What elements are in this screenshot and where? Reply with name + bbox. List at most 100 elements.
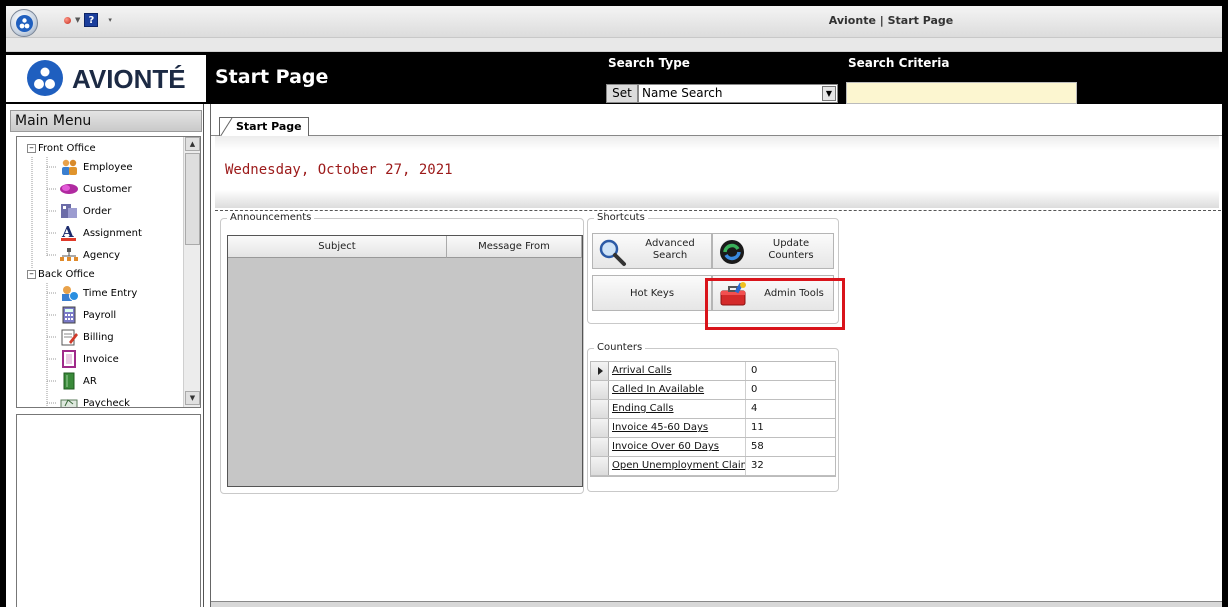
counter-link[interactable]: Called In Available <box>612 384 746 395</box>
scroll-down-icon[interactable]: ▼ <box>185 391 200 405</box>
table-row[interactable]: Arrival Calls 0 <box>591 362 835 381</box>
sidebar-lower-panel <box>16 414 201 607</box>
tree-group-label: Front Office <box>38 142 96 154</box>
window-title: Avionte | Start Page <box>828 14 954 27</box>
table-row[interactable]: Invoice Over 60 Days 58 <box>591 438 835 457</box>
sidebar-item-payroll[interactable]: Payroll <box>59 305 116 325</box>
assignment-icon: A <box>59 223 79 242</box>
tab-strip: Start Page <box>211 112 1222 138</box>
counter-value: 11 <box>751 422 764 433</box>
table-row[interactable]: Open Unemployment Claim 32 <box>591 457 835 476</box>
chevron-down-icon[interactable]: ▼ <box>822 86 836 101</box>
customize-toolbar-icon[interactable]: ▾ <box>108 16 112 24</box>
tab-start-page[interactable]: Start Page <box>219 117 309 138</box>
counter-link[interactable]: Open Unemployment Claim <box>612 460 746 471</box>
counters-title: Counters <box>594 342 646 353</box>
status-strip <box>211 601 1222 607</box>
main-menu-title: Main Menu <box>10 110 202 132</box>
dropdown-arrow-icon[interactable]: ▼ <box>75 16 80 24</box>
sidebar-item-invoice[interactable]: Invoice <box>59 349 119 369</box>
counter-link[interactable]: Ending Calls <box>612 403 746 414</box>
table-row[interactable]: Ending Calls 4 <box>591 400 835 419</box>
date-banner: Wednesday, October 27, 2021 <box>215 136 1219 208</box>
divider <box>745 381 746 399</box>
application-menu-button[interactable] <box>10 9 38 37</box>
search-type-value: Name Search <box>642 86 723 100</box>
row-selector[interactable] <box>591 457 609 475</box>
help-icon[interactable]: ? <box>84 13 99 27</box>
row-selector[interactable] <box>591 381 609 399</box>
application-window: ▼ ? ▾ Avionte | Start Page AVIONTÉ Start… <box>6 6 1222 607</box>
divider <box>745 400 746 418</box>
sidebar-item-customer[interactable]: Customer <box>59 179 132 199</box>
row-selector[interactable] <box>591 419 609 437</box>
avionte-logo-icon <box>27 60 63 96</box>
update-counters-label-line2: Counters <box>768 250 814 261</box>
counter-value: 32 <box>751 460 764 471</box>
collapse-icon[interactable]: – <box>27 269 36 279</box>
counter-link[interactable]: Arrival Calls <box>612 365 746 376</box>
vertical-scrollbar[interactable]: ▲ ▼ <box>183 137 200 407</box>
scrollbar-thumb[interactable] <box>185 153 200 245</box>
sidebar-item-assignment[interactable]: A Assignment <box>59 223 142 243</box>
counter-value: 0 <box>751 384 758 395</box>
scroll-up-icon[interactable]: ▲ <box>185 137 200 151</box>
sidebar-item-billing[interactable]: Billing <box>59 327 114 347</box>
divider <box>215 210 1221 211</box>
announcements-header: Subject Message From <box>228 236 582 258</box>
advanced-search-label-line2: Search <box>652 250 688 261</box>
tree-group-label: Back Office <box>38 268 95 280</box>
billing-icon <box>59 328 79 346</box>
ar-icon <box>59 372 79 390</box>
sidebar-item-order[interactable]: Order <box>59 201 111 221</box>
shortcuts-title: Shortcuts <box>594 212 648 223</box>
sidebar-item-ar[interactable]: AR <box>59 371 97 391</box>
column-header-message-from[interactable]: Message From <box>447 236 582 258</box>
column-header-subject[interactable]: Subject <box>228 236 447 258</box>
table-row[interactable]: Invoice 45-60 Days 11 <box>591 419 835 438</box>
tree-group-back-office[interactable]: – Back Office <box>27 264 95 284</box>
avionte-orb-icon <box>16 15 33 32</box>
tree-group-front-office[interactable]: – Front Office <box>27 138 96 158</box>
sidebar: Main Menu – Front Office Employee Custom… <box>6 104 204 607</box>
row-selector[interactable] <box>591 400 609 418</box>
counter-link[interactable]: Invoice 45-60 Days <box>612 422 746 433</box>
row-selector[interactable] <box>591 438 609 456</box>
record-icon[interactable] <box>64 16 71 24</box>
agency-icon <box>59 246 79 264</box>
collapse-icon[interactable]: – <box>27 143 36 153</box>
divider <box>745 362 746 380</box>
title-bar: ▼ ? ▾ Avionte | Start Page <box>6 6 1222 38</box>
order-icon <box>59 202 79 220</box>
sidebar-item-label: Order <box>83 205 112 217</box>
magnifier-icon <box>597 237 627 270</box>
row-selector[interactable] <box>591 362 609 380</box>
counter-link[interactable]: Invoice Over 60 Days <box>612 441 746 452</box>
customer-icon <box>59 180 79 198</box>
table-row[interactable]: Called In Available 0 <box>591 381 835 400</box>
sidebar-item-paycheck[interactable]: Paycheck <box>59 393 130 407</box>
logo-text: AVIONTÉ <box>72 64 186 94</box>
update-counters-button[interactable]: Update Counters <box>712 233 834 269</box>
advanced-search-label-line1: Advanced <box>645 238 695 249</box>
tab-label: Start Page <box>236 120 302 133</box>
search-type-select[interactable]: Name Search ▼ <box>638 84 838 103</box>
set-button[interactable]: Set <box>606 84 638 103</box>
announcements-grid[interactable]: Subject Message From <box>227 235 583 487</box>
hot-keys-button[interactable]: Hot Keys <box>592 275 712 311</box>
divider <box>745 457 746 475</box>
sidebar-item-agency[interactable]: Agency <box>59 245 120 265</box>
logo: AVIONTÉ <box>6 55 206 102</box>
ribbon-strip <box>6 38 1222 52</box>
search-criteria-input[interactable] <box>846 82 1077 104</box>
sidebar-item-label: AR <box>83 375 97 387</box>
time-entry-icon <box>59 284 79 302</box>
sidebar-item-label: Payroll <box>83 309 117 321</box>
sidebar-item-employee[interactable]: Employee <box>59 157 133 177</box>
sidebar-item-time-entry[interactable]: Time Entry <box>59 283 137 303</box>
divider <box>745 419 746 437</box>
divider <box>745 438 746 456</box>
advanced-search-button[interactable]: Advanced Search <box>592 233 712 269</box>
refresh-icon <box>717 237 747 270</box>
announcements-title: Announcements <box>227 212 315 223</box>
